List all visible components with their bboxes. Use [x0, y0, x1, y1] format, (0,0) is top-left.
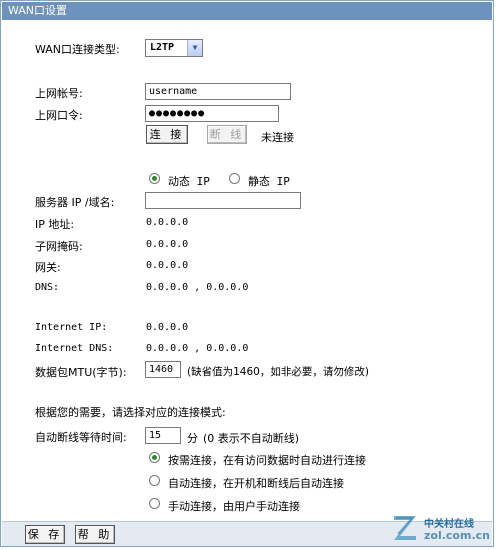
watermark-brand: 中关村在线 [424, 519, 474, 530]
dns-label: DNS: [35, 282, 60, 293]
account-input[interactable]: username [145, 83, 291, 100]
disconnect-button[interactable]: 断 线 [207, 125, 247, 144]
wan-type-select[interactable]: L2TP ▼ [145, 39, 203, 57]
connect-button[interactable]: 连 接 [146, 125, 188, 144]
internet-dns-value: 0.0.0.0 , 0.0.0.0 [146, 343, 249, 354]
ip-address-label: IP 地址: [35, 218, 75, 231]
server-label: 服务器 IP /域名: [35, 196, 115, 209]
password-label: 上网口令: [35, 109, 83, 122]
connection-status: 未连接 [261, 131, 294, 144]
wan-type-label: WAN口连接类型: [35, 43, 120, 56]
help-button[interactable]: 帮 助 [75, 525, 115, 544]
manual-connect-radio[interactable] [149, 498, 160, 509]
gateway-label: 网关: [35, 261, 61, 274]
server-input[interactable] [145, 192, 301, 209]
idle-wait-input[interactable]: 15 [145, 427, 181, 444]
panel-title: WAN口设置 [2, 2, 492, 20]
chevron-down-icon[interactable]: ▼ [187, 40, 202, 56]
subnet-mask-value: 0.0.0.0 [146, 239, 189, 250]
internet-ip-value: 0.0.0.0 [146, 322, 189, 333]
auto-connect-radio[interactable] [149, 475, 160, 486]
password-input[interactable]: ●●●●●●●● [145, 105, 279, 122]
idle-wait-unit: 分 [187, 432, 198, 445]
mtu-label: 数据包MTU(字节): [35, 366, 127, 379]
subnet-mask-label: 子网掩码: [35, 240, 83, 253]
ip-address-value: 0.0.0.0 [146, 217, 189, 228]
zol-watermark: 中关村在线 zol.com.cn [390, 512, 495, 546]
idle-wait-hint: (0 表示不自动断线) [203, 432, 300, 445]
idle-wait-label: 自动断线等待时间: [35, 431, 127, 444]
save-button[interactable]: 保 存 [25, 525, 65, 544]
internet-ip-label: Internet IP: [35, 322, 108, 333]
auto-connect-label: 自动连接，在开机和断线后自动连接 [168, 477, 344, 490]
wan-type-value: L2TP [150, 42, 175, 53]
mtu-hint: (缺省值为1460，如非必要，请勿修改) [187, 366, 369, 378]
manual-connect-label: 手动连接，由用户手动连接 [168, 500, 300, 513]
static-ip-label: 静态 IP [248, 175, 290, 188]
on-demand-radio[interactable] [149, 452, 160, 463]
zol-logo-icon [394, 516, 416, 540]
mtu-input[interactable]: 1460 [145, 361, 181, 378]
dynamic-ip-label: 动态 IP [168, 175, 210, 188]
dynamic-ip-radio[interactable] [149, 173, 160, 184]
static-ip-radio[interactable] [229, 173, 240, 184]
internet-dns-label: Internet DNS: [35, 343, 114, 354]
dns-value: 0.0.0.0 , 0.0.0.0 [146, 282, 249, 293]
account-label: 上网帐号: [35, 87, 83, 100]
wan-settings-panel: WAN口设置 WAN口连接类型: L2TP ▼ 上网帐号: username 上… [0, 0, 494, 547]
on-demand-label: 按需连接，在有访问数据时自动进行连接 [168, 454, 366, 467]
watermark-site: zol.com.cn [424, 529, 490, 542]
gateway-value: 0.0.0.0 [146, 260, 189, 271]
mode-prompt: 根据您的需要，请选择对应的连接模式: [35, 406, 226, 419]
